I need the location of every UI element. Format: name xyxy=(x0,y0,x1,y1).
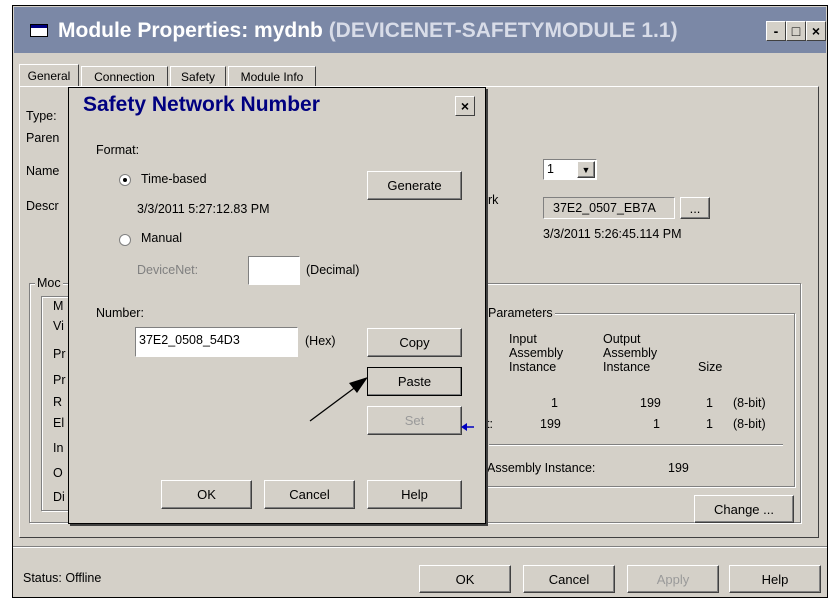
pointer-arrow xyxy=(309,377,368,422)
blue-left-arrow-icon xyxy=(461,423,474,431)
annotation-overlay xyxy=(309,377,474,431)
